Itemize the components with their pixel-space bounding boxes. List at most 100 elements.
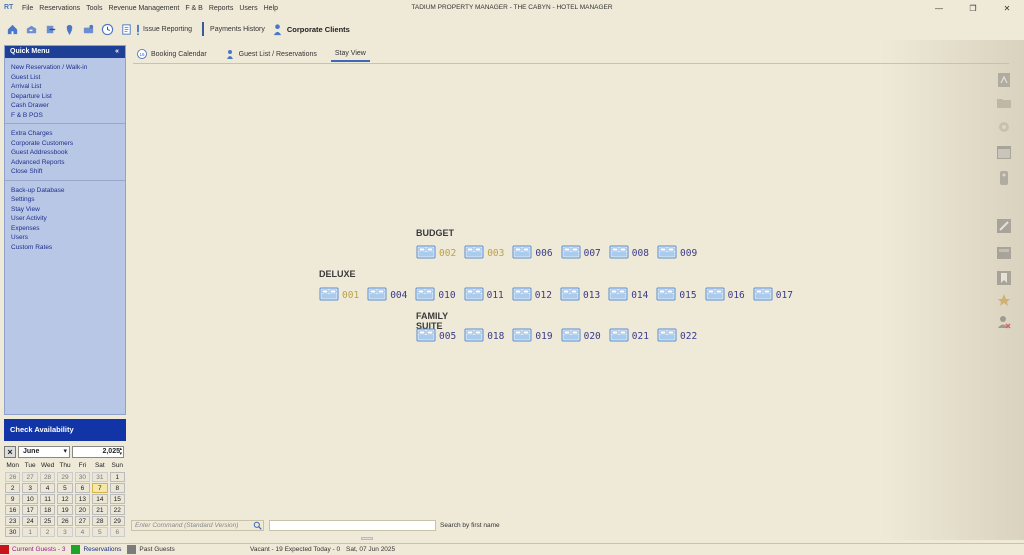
check-in-icon[interactable] xyxy=(24,22,38,36)
room-tile[interactable]: 020 xyxy=(561,328,601,344)
home-icon[interactable] xyxy=(5,22,19,36)
room-tile[interactable]: 022 xyxy=(657,328,697,344)
command-input[interactable]: Enter Command (Standard Version) xyxy=(131,520,264,531)
calendar-day[interactable]: 3 xyxy=(22,482,38,493)
room-tile[interactable]: 010 xyxy=(415,287,456,303)
room-tile[interactable]: 001 xyxy=(319,287,359,303)
room-tile[interactable]: 005 xyxy=(416,328,456,344)
room-tile[interactable]: 003 xyxy=(464,245,504,261)
qm-arrival-list[interactable]: Arrival List xyxy=(11,82,119,92)
tab-guest-list[interactable]: Guest List / Reservations xyxy=(221,46,321,62)
qm-backup-database[interactable]: Back-up Database xyxy=(11,186,119,196)
room-tile[interactable]: 013 xyxy=(560,287,600,303)
qm-advanced-reports[interactable]: Advanced Reports xyxy=(11,158,119,168)
calendar-day[interactable]: 23 xyxy=(5,515,21,526)
qm-cash-drawer[interactable]: Cash Drawer xyxy=(11,101,119,111)
calendar-date-icon[interactable] xyxy=(993,142,1015,162)
star-icon[interactable] xyxy=(993,290,1015,310)
splitter-handle[interactable] xyxy=(361,537,373,540)
qm-settings[interactable]: Settings xyxy=(11,195,119,205)
location-icon[interactable] xyxy=(62,22,76,36)
legend-current-guests[interactable]: Current Guests - 3 xyxy=(0,545,65,554)
calendar-day[interactable]: 11 xyxy=(39,493,56,504)
calendar-day[interactable]: 19 xyxy=(57,504,73,515)
calendar-day[interactable]: 20 xyxy=(74,504,91,515)
calendar-day[interactable]: 6 xyxy=(109,526,125,537)
qm-guest-list[interactable]: Guest List xyxy=(11,73,119,83)
calendar-day[interactable]: 7 xyxy=(92,482,108,493)
search-icon[interactable] xyxy=(253,521,262,530)
check-availability-header[interactable]: Check Availability xyxy=(4,419,126,441)
archive-icon[interactable] xyxy=(993,243,1015,263)
room-tile[interactable]: 014 xyxy=(608,287,648,303)
qm-stay-view[interactable]: Stay View xyxy=(11,205,119,215)
menu-users[interactable]: Users xyxy=(239,5,263,12)
qm-expenses[interactable]: Expenses xyxy=(11,224,119,234)
room-tile[interactable]: 002 xyxy=(416,245,456,261)
calendar-day[interactable]: 15 xyxy=(109,493,125,504)
room-tile[interactable]: 018 xyxy=(464,328,504,344)
room-tile[interactable]: 021 xyxy=(609,328,649,344)
room-tile[interactable]: 009 xyxy=(657,245,697,261)
issue-reporting-label[interactable]: Issue Reporting xyxy=(143,26,192,33)
menu-revenue-management[interactable]: Revenue Management xyxy=(108,5,185,12)
calendar-day[interactable]: 29 xyxy=(57,471,73,482)
room-tile[interactable]: 006 xyxy=(512,245,553,261)
calendar-day[interactable]: 26 xyxy=(5,471,21,482)
room-tile[interactable]: 017 xyxy=(753,287,793,303)
tab-booking-calendar[interactable]: 16 Booking Calendar xyxy=(133,46,211,62)
calendar-day[interactable]: 16 xyxy=(5,504,21,515)
collapse-icon[interactable]: « xyxy=(115,46,119,58)
bookmark-icon[interactable] xyxy=(993,268,1015,288)
calendar-day[interactable]: 12 xyxy=(57,493,73,504)
qm-guest-addressbook[interactable]: Guest Addressbook xyxy=(11,148,119,158)
calendar-day[interactable]: 22 xyxy=(109,504,125,515)
calendar-day[interactable]: 29 xyxy=(109,515,125,526)
room-tile[interactable]: 011 xyxy=(464,287,504,303)
month-select[interactable]: June ▾ xyxy=(18,446,70,458)
remove-user-icon[interactable] xyxy=(993,312,1015,332)
issue-reporting-icon[interactable] xyxy=(135,22,141,36)
menu-reservations[interactable]: Reservations xyxy=(39,5,86,12)
menu-fb[interactable]: F & B xyxy=(185,5,209,12)
room-tile[interactable]: 015 xyxy=(656,287,697,303)
qm-departure-list[interactable]: Departure List xyxy=(11,92,119,102)
qm-custom-rates[interactable]: Custom Rates xyxy=(11,243,119,253)
calendar-day[interactable]: 26 xyxy=(57,515,73,526)
calendar-day[interactable]: 27 xyxy=(22,471,38,482)
room-tile[interactable]: 019 xyxy=(512,328,553,344)
qm-user-activity[interactable]: User Activity xyxy=(11,214,119,224)
calendar-day[interactable]: 10 xyxy=(22,493,38,504)
calendar-day[interactable]: 27 xyxy=(74,515,91,526)
calendar-day[interactable]: 13 xyxy=(74,493,91,504)
qm-fb-pos[interactable]: F & B POS xyxy=(11,111,119,121)
calendar-day[interactable]: 8 xyxy=(109,482,125,493)
room-tile[interactable]: 016 xyxy=(705,287,745,303)
clock-icon[interactable] xyxy=(100,22,114,36)
calendar-day[interactable]: 2 xyxy=(5,482,21,493)
calendar-day[interactable]: 6 xyxy=(74,482,91,493)
maximize-button[interactable]: ❐ xyxy=(956,0,990,16)
qm-users[interactable]: Users xyxy=(11,233,119,243)
calendar-day[interactable]: 2 xyxy=(39,526,56,537)
name-search-input[interactable] xyxy=(269,520,436,531)
legend-past-guests[interactable]: Past Guests xyxy=(127,545,175,554)
year-stepper[interactable]: 2,025 ▴ ▾ xyxy=(72,446,124,458)
qm-close-shift[interactable]: Close Shift xyxy=(11,167,119,177)
room-tile[interactable]: 007 xyxy=(561,245,601,261)
payments-history-label[interactable]: Payments History xyxy=(210,26,265,33)
calendar-day[interactable]: 1 xyxy=(22,526,38,537)
reports-icon[interactable] xyxy=(119,22,133,36)
qm-corporate-customers[interactable]: Corporate Customers xyxy=(11,139,119,149)
check-out-icon[interactable] xyxy=(43,22,57,36)
calendar-day[interactable]: 30 xyxy=(5,526,21,537)
close-icon[interactable]: × xyxy=(4,446,16,458)
tag-icon[interactable] xyxy=(993,168,1015,188)
menu-tools[interactable]: Tools xyxy=(86,5,108,12)
qm-extra-charges[interactable]: Extra Charges xyxy=(11,129,119,139)
calendar-day[interactable]: 4 xyxy=(39,482,56,493)
calendar-day[interactable]: 5 xyxy=(92,526,108,537)
room-tile[interactable]: 008 xyxy=(609,245,649,261)
calendar-day[interactable]: 25 xyxy=(39,515,56,526)
spin-icon[interactable]: ▴ ▾ xyxy=(119,447,122,457)
